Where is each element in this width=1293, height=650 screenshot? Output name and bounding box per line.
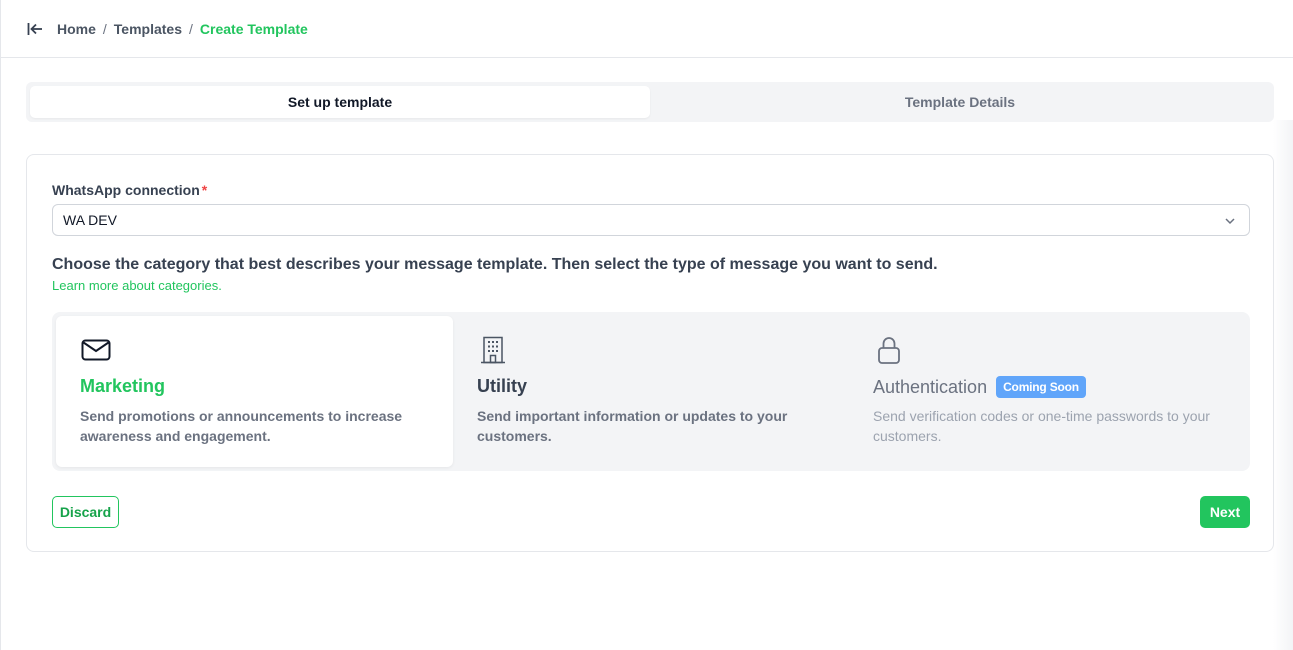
next-button[interactable]: Next <box>1200 496 1250 528</box>
category-title: Marketing <box>80 376 166 396</box>
breadcrumb-templates[interactable]: Templates <box>114 21 182 37</box>
category-text: Send verification codes or one-time pass… <box>873 408 1210 444</box>
breadcrumb-separator: / <box>102 20 107 37</box>
tab-set-up-template[interactable]: Set up template <box>30 86 650 118</box>
coming-soon-badge: Coming Soon <box>996 376 1086 398</box>
top-bar: Home / Templates / Create Template <box>0 0 1293 58</box>
category-text: Send important information or updates to… <box>477 408 788 444</box>
collapse-sidebar-icon[interactable] <box>25 19 45 39</box>
breadcrumb-home[interactable]: Home <box>57 21 96 37</box>
tab-template-details[interactable]: Template Details <box>650 86 1270 118</box>
sidebar-divider <box>0 58 1 650</box>
category-title: Authentication Coming Soon <box>873 376 1086 398</box>
breadcrumb-separator: / <box>189 20 193 37</box>
lock-icon <box>878 337 900 364</box>
learn-more-link[interactable]: Learn more about categories. <box>52 278 222 293</box>
step-tabs: Set up template Template Details <box>26 82 1274 122</box>
connection-value: WA DEV <box>63 212 117 228</box>
category-title-text: Authentication <box>873 376 988 397</box>
category-title: Utility <box>477 376 528 396</box>
category-text: Send promotions or announcements to incr… <box>80 408 403 444</box>
template-setup-card: WhatsApp connection * WA DEV Choose the c… <box>26 154 1274 552</box>
whatsapp-connection-select[interactable]: WA DEV <box>52 204 1250 236</box>
connection-label-text: WhatsApp connection <box>52 182 200 198</box>
required-mark: * <box>201 182 208 198</box>
category-description: Choose the category that best describes … <box>52 256 938 273</box>
connection-label: WhatsApp connection * <box>52 182 207 198</box>
discard-button[interactable]: Discard <box>52 496 119 528</box>
envelope-icon <box>81 339 111 361</box>
category-marketing[interactable]: Marketing Send promotions or announcemen… <box>56 316 453 467</box>
building-icon <box>481 336 505 364</box>
chevron-down-icon <box>1225 218 1235 225</box>
breadcrumb-current: Create Template <box>199 20 308 37</box>
category-authentication: Authentication Coming Soon Send verifica… <box>849 316 1246 467</box>
category-selector: Marketing Send promotions or announcemen… <box>52 312 1250 471</box>
scroll-shadow <box>1273 120 1293 650</box>
breadcrumb: Home / Templates / Create Template <box>57 21 308 37</box>
category-utility[interactable]: Utility Send important information or up… <box>453 316 850 467</box>
